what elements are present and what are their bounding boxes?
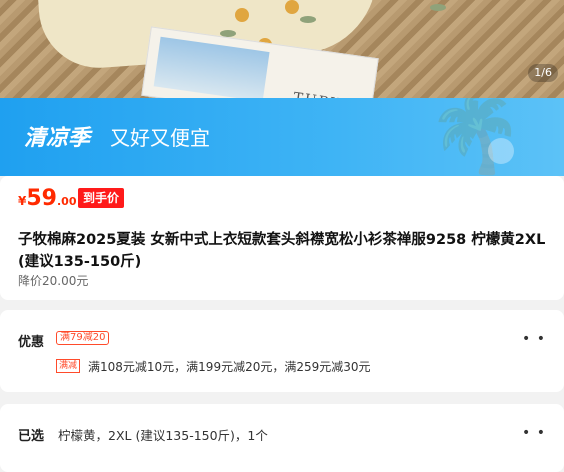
fruit-graphic: [285, 0, 299, 14]
promo-text: 满108元减10元，满199元减20元，满259元减30元: [88, 360, 371, 374]
price-drop-note: 降价20.00元: [18, 274, 89, 288]
image-pager: 1/6: [528, 64, 558, 82]
banner-title: 清凉季: [24, 126, 91, 151]
more-icon[interactable]: • •: [522, 331, 546, 347]
coupon-badge[interactable]: 满79减20: [56, 331, 110, 345]
more-icon[interactable]: • •: [522, 425, 546, 441]
selected-value: 柠檬黄，2XL (建议135-150斤)，1个: [58, 428, 268, 443]
promo-section[interactable]: [0, 310, 564, 392]
promo-label: 优惠: [18, 335, 45, 350]
final-price-badge: 到手价: [78, 188, 125, 208]
leaf-graphic: [430, 4, 446, 11]
full-reduction-tag: 满减: [56, 359, 81, 373]
leaf-graphic: [300, 16, 316, 23]
price: ¥59.00: [18, 186, 77, 211]
product-title: 子牧棉麻2025夏装 女新中式上衣短款套头斜襟宽松小衫茶禅服9258 柠檬黄2X…: [18, 232, 546, 270]
fruit-graphic: [235, 8, 249, 22]
banner-subtitle: 又好又便宜: [110, 126, 210, 150]
product-image[interactable]: TURY 1/6: [0, 0, 564, 98]
promo-banner[interactable]: 清凉季 又好又便宜 🌴: [0, 98, 564, 176]
selected-label: 已选: [18, 429, 45, 444]
beach-ball-icon: [488, 138, 514, 164]
